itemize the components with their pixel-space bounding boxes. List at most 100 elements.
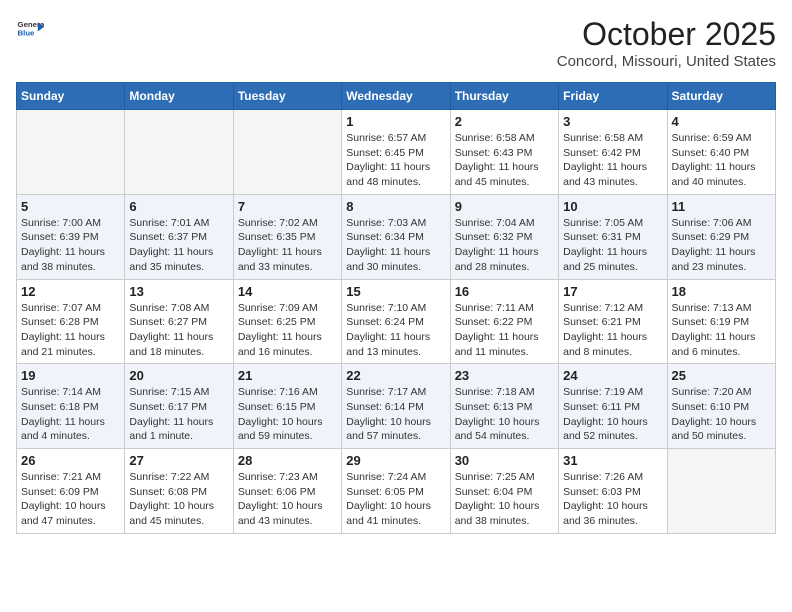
title-block: October 2025 Concord, Missouri, United S… [557, 16, 776, 70]
month-title: October 2025 [557, 16, 776, 53]
day-info: Sunrise: 6:58 AM Sunset: 6:43 PM Dayligh… [455, 131, 554, 190]
calendar-cell: 28 Sunrise: 7:23 AM Sunset: 6:06 PM Dayli… [233, 449, 341, 534]
day-info: Sunrise: 7:05 AM Sunset: 6:31 PM Dayligh… [563, 216, 662, 275]
day-number: 18 [672, 284, 771, 299]
calendar-cell: 30 Sunrise: 7:25 AM Sunset: 6:04 PM Dayli… [450, 449, 558, 534]
calendar-cell: 29Sunrise: 7:24 AM Sunset: 6:05 PM Dayli… [342, 449, 450, 534]
calendar-cell: 7Sunrise: 7:02 AM Sunset: 6:35 PM Daylig… [233, 194, 341, 279]
day-number: 19 [21, 368, 120, 383]
day-info: Sunrise: 7:20 AM Sunset: 6:10 PM Dayligh… [672, 385, 771, 444]
calendar-cell: 31 Sunrise: 7:26 AM Sunset: 6:03 PM Dayli… [559, 449, 667, 534]
calendar-cell: 21Sunrise: 7:16 AM Sunset: 6:15 PM Dayli… [233, 364, 341, 449]
location-subtitle: Concord, Missouri, United States [557, 53, 776, 70]
day-info: Sunrise: 7:02 AM Sunset: 6:35 PM Dayligh… [238, 216, 337, 275]
col-header-monday: Monday [125, 83, 233, 110]
calendar-cell: 19 Sunrise: 7:14 AM Sunset: 6:18 PM Dayli… [17, 364, 125, 449]
day-info: Sunrise: 7:09 AM Sunset: 6:25 PM Dayligh… [238, 301, 337, 360]
calendar-cell: 14 Sunrise: 7:09 AM Sunset: 6:25 PM Dayli… [233, 279, 341, 364]
calendar-cell [17, 110, 125, 195]
day-info: Sunrise: 7:24 AM Sunset: 6:05 PM Dayligh… [346, 470, 445, 529]
calendar-week-row: 12 Sunrise: 7:07 AM Sunset: 6:28 PM Dayli… [17, 279, 776, 364]
calendar-cell: 22Sunrise: 7:17 AM Sunset: 6:14 PM Dayli… [342, 364, 450, 449]
day-number: 17 [563, 284, 662, 299]
day-number: 4 [672, 114, 771, 129]
day-number: 20 [129, 368, 228, 383]
day-number: 24 [563, 368, 662, 383]
day-info: Sunrise: 7:26 AM Sunset: 6:03 PM Dayligh… [563, 470, 662, 529]
calendar-week-row: 19 Sunrise: 7:14 AM Sunset: 6:18 PM Dayli… [17, 364, 776, 449]
col-header-wednesday: Wednesday [342, 83, 450, 110]
day-info: Sunrise: 7:19 AM Sunset: 6:11 PM Dayligh… [563, 385, 662, 444]
day-info: Sunrise: 7:25 AM Sunset: 6:04 PM Dayligh… [455, 470, 554, 529]
calendar-table: SundayMondayTuesdayWednesdayThursdayFrid… [16, 82, 776, 534]
day-number: 31 [563, 453, 662, 468]
calendar-cell: 3 Sunrise: 6:58 AM Sunset: 6:42 PM Daylig… [559, 110, 667, 195]
day-number: 6 [129, 199, 228, 214]
calendar-cell: 5Sunrise: 7:00 AM Sunset: 6:39 PM Daylig… [17, 194, 125, 279]
day-info: Sunrise: 7:14 AM Sunset: 6:18 PM Dayligh… [21, 385, 120, 444]
day-info: Sunrise: 7:04 AM Sunset: 6:32 PM Dayligh… [455, 216, 554, 275]
day-number: 26 [21, 453, 120, 468]
calendar-cell [125, 110, 233, 195]
logo-icon: General Blue [16, 16, 44, 44]
col-header-sunday: Sunday [17, 83, 125, 110]
logo: General Blue [16, 16, 44, 44]
day-info: Sunrise: 7:22 AM Sunset: 6:08 PM Dayligh… [129, 470, 228, 529]
calendar-cell: 9 Sunrise: 7:04 AM Sunset: 6:32 PM Daylig… [450, 194, 558, 279]
day-info: Sunrise: 7:23 AM Sunset: 6:06 PM Dayligh… [238, 470, 337, 529]
calendar-cell: 2 Sunrise: 6:58 AM Sunset: 6:43 PM Daylig… [450, 110, 558, 195]
day-number: 5 [21, 199, 120, 214]
calendar-cell: 24 Sunrise: 7:19 AM Sunset: 6:11 PM Dayli… [559, 364, 667, 449]
day-number: 28 [238, 453, 337, 468]
day-number: 2 [455, 114, 554, 129]
day-info: Sunrise: 7:08 AM Sunset: 6:27 PM Dayligh… [129, 301, 228, 360]
col-header-saturday: Saturday [667, 83, 775, 110]
day-info: Sunrise: 7:07 AM Sunset: 6:28 PM Dayligh… [21, 301, 120, 360]
day-number: 11 [672, 199, 771, 214]
day-info: Sunrise: 7:03 AM Sunset: 6:34 PM Dayligh… [346, 216, 445, 275]
calendar-cell: 11 Sunrise: 7:06 AM Sunset: 6:29 PM Dayli… [667, 194, 775, 279]
day-number: 9 [455, 199, 554, 214]
calendar-cell: 18Sunrise: 7:13 AM Sunset: 6:19 PM Dayli… [667, 279, 775, 364]
day-info: Sunrise: 7:11 AM Sunset: 6:22 PM Dayligh… [455, 301, 554, 360]
day-info: Sunrise: 7:12 AM Sunset: 6:21 PM Dayligh… [563, 301, 662, 360]
calendar-cell: 23 Sunrise: 7:18 AM Sunset: 6:13 PM Dayli… [450, 364, 558, 449]
col-header-friday: Friday [559, 83, 667, 110]
day-number: 30 [455, 453, 554, 468]
page-header: General Blue October 2025 Concord, Misso… [16, 16, 776, 70]
day-number: 15 [346, 284, 445, 299]
day-info: Sunrise: 7:16 AM Sunset: 6:15 PM Dayligh… [238, 385, 337, 444]
day-number: 14 [238, 284, 337, 299]
day-number: 3 [563, 114, 662, 129]
calendar-cell: 25Sunrise: 7:20 AM Sunset: 6:10 PM Dayli… [667, 364, 775, 449]
day-number: 10 [563, 199, 662, 214]
day-info: Sunrise: 7:15 AM Sunset: 6:17 PM Dayligh… [129, 385, 228, 444]
col-header-tuesday: Tuesday [233, 83, 341, 110]
day-info: Sunrise: 6:59 AM Sunset: 6:40 PM Dayligh… [672, 131, 771, 190]
calendar-cell: 26 Sunrise: 7:21 AM Sunset: 6:09 PM Dayli… [17, 449, 125, 534]
day-info: Sunrise: 6:57 AM Sunset: 6:45 PM Dayligh… [346, 131, 445, 190]
day-info: Sunrise: 6:58 AM Sunset: 6:42 PM Dayligh… [563, 131, 662, 190]
day-number: 12 [21, 284, 120, 299]
day-number: 8 [346, 199, 445, 214]
calendar-cell [667, 449, 775, 534]
day-info: Sunrise: 7:10 AM Sunset: 6:24 PM Dayligh… [346, 301, 445, 360]
day-info: Sunrise: 7:18 AM Sunset: 6:13 PM Dayligh… [455, 385, 554, 444]
calendar-week-row: 1 Sunrise: 6:57 AM Sunset: 6:45 PM Daylig… [17, 110, 776, 195]
day-info: Sunrise: 7:21 AM Sunset: 6:09 PM Dayligh… [21, 470, 120, 529]
calendar-cell: 6 Sunrise: 7:01 AM Sunset: 6:37 PM Daylig… [125, 194, 233, 279]
day-number: 27 [129, 453, 228, 468]
calendar-cell [233, 110, 341, 195]
day-number: 1 [346, 114, 445, 129]
calendar-cell: 15 Sunrise: 7:10 AM Sunset: 6:24 PM Dayli… [342, 279, 450, 364]
calendar-cell: 20 Sunrise: 7:15 AM Sunset: 6:17 PM Dayli… [125, 364, 233, 449]
day-info: Sunrise: 7:01 AM Sunset: 6:37 PM Dayligh… [129, 216, 228, 275]
day-info: Sunrise: 7:06 AM Sunset: 6:29 PM Dayligh… [672, 216, 771, 275]
calendar-week-row: 5Sunrise: 7:00 AM Sunset: 6:39 PM Daylig… [17, 194, 776, 279]
day-number: 23 [455, 368, 554, 383]
calendar-cell: 10 Sunrise: 7:05 AM Sunset: 6:31 PM Dayli… [559, 194, 667, 279]
calendar-header-row: SundayMondayTuesdayWednesdayThursdayFrid… [17, 83, 776, 110]
calendar-cell: 1 Sunrise: 6:57 AM Sunset: 6:45 PM Daylig… [342, 110, 450, 195]
calendar-cell: 16Sunrise: 7:11 AM Sunset: 6:22 PM Dayli… [450, 279, 558, 364]
svg-text:Blue: Blue [18, 28, 36, 37]
